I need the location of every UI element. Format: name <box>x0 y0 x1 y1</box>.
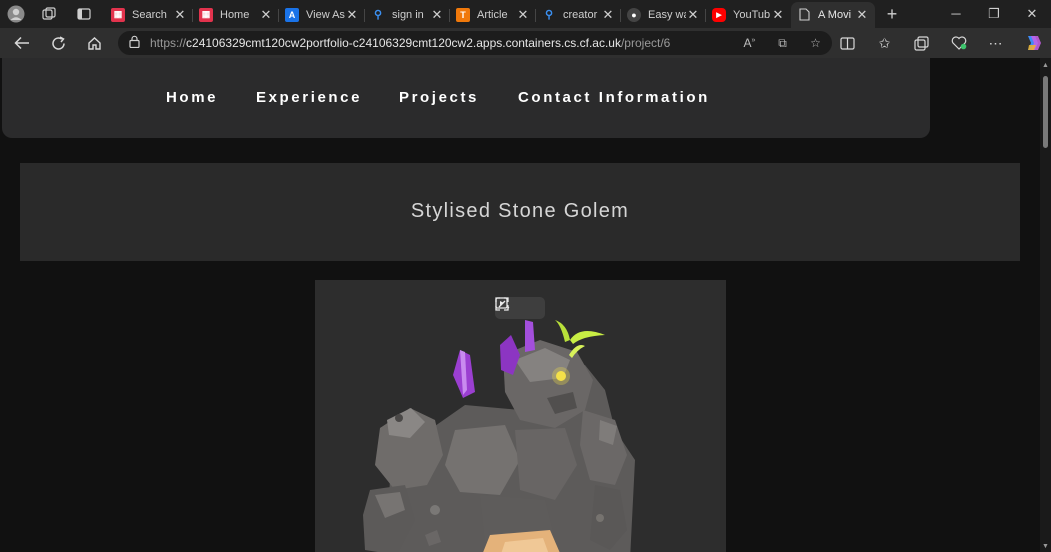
window-controls: ─ ❐ ✕ <box>937 6 1051 22</box>
close-tab-icon[interactable]: ✕ <box>430 7 444 23</box>
nav-link-projects[interactable]: Projects <box>399 89 479 106</box>
profile-avatar-icon[interactable] <box>5 3 27 25</box>
immersive-reader-icon[interactable]: ⧉ <box>766 36 799 51</box>
lock-icon[interactable] <box>118 35 150 51</box>
browser-tools: ✩ ⋯ <box>829 28 1051 58</box>
tab-title: Article <box>477 8 508 21</box>
browser-tab[interactable]: A View As ✕ <box>279 2 365 28</box>
address-bar[interactable]: https://c24106329cmt120cw2portfolio-c241… <box>118 31 832 55</box>
close-tab-icon[interactable]: ✕ <box>173 7 187 23</box>
project-render-image <box>315 280 726 552</box>
tab-title: creator <box>563 8 598 21</box>
workspaces-icon[interactable] <box>38 3 60 25</box>
red-grid-icon: ▦ <box>111 7 125 22</box>
image-overlay-toolbar <box>495 297 545 319</box>
url-text: https://c24106329cmt120cw2portfolio-c241… <box>150 36 733 50</box>
tab-title: Home <box>220 8 250 21</box>
copilot-icon[interactable] <box>1014 28 1051 58</box>
scrollbar-thumb[interactable] <box>1043 76 1048 148</box>
project-title: Stylised Stone Golem <box>410 200 630 222</box>
scroll-down-icon[interactable]: ▼ <box>1042 543 1049 550</box>
close-tab-icon[interactable]: ✕ <box>345 7 359 23</box>
browser-tab[interactable]: ⚲ sign in ✕ <box>365 2 450 28</box>
read-aloud-icon[interactable]: A» <box>733 36 766 50</box>
favorites-icon[interactable]: ✩ <box>866 28 903 58</box>
browser-tab[interactable]: ⚲ creator ✕ <box>536 2 621 28</box>
image-action-icon[interactable] <box>495 297 542 316</box>
tab-title: YouTub <box>733 8 771 21</box>
close-tab-icon[interactable]: ✕ <box>601 7 615 23</box>
url-host: c24106329cmt120cw2portfolio-c24106329cmt… <box>186 36 621 50</box>
url-protocol: https:// <box>150 36 187 50</box>
tab-actions-icon[interactable] <box>73 3 95 25</box>
browser-tab[interactable]: T Article ✕ <box>450 2 536 28</box>
close-tab-icon[interactable]: ✕ <box>259 7 273 23</box>
stone-golem-render <box>363 320 635 552</box>
restore-icon[interactable]: ❐ <box>975 6 1013 22</box>
browser-tab[interactable]: ▶ YouTub ✕ <box>706 2 791 28</box>
close-tab-icon[interactable]: ✕ <box>686 7 700 23</box>
browser-tab-active[interactable]: A Movi ✕ <box>791 1 875 28</box>
collections-icon[interactable] <box>903 28 940 58</box>
tab-title: View As <box>306 8 345 21</box>
blue-a-icon: A <box>285 7 299 22</box>
home-icon[interactable] <box>76 28 112 58</box>
page-viewport: Home Experience Projects Contact Informa… <box>0 58 1051 552</box>
browser-window: ▦ Search ✕ ▦ Home ✕ A View As ✕ ⚲ sign i… <box>0 0 1051 552</box>
browser-essentials-icon[interactable] <box>940 28 977 58</box>
close-tab-icon[interactable]: ✕ <box>771 7 785 23</box>
close-tab-icon[interactable]: ✕ <box>516 7 530 23</box>
search-icon: ⚲ <box>544 9 554 21</box>
new-tab-icon[interactable]: + <box>881 3 903 25</box>
browser-tab[interactable]: ▦ Search ✕ <box>105 2 193 28</box>
refresh-icon[interactable] <box>40 28 76 58</box>
red-grid-icon: ▦ <box>199 7 213 22</box>
url-path: /project/6 <box>620 36 671 50</box>
project-title-panel: Stylised Stone Golem <box>20 163 1020 261</box>
minimize-icon[interactable]: ─ <box>937 6 975 22</box>
close-tab-icon[interactable]: ✕ <box>855 7 869 23</box>
page-icon <box>797 8 811 22</box>
search-icon: ⚲ <box>373 9 383 21</box>
favorite-star-icon[interactable]: ☆ <box>799 36 832 50</box>
nav-link-experience[interactable]: Experience <box>256 89 362 106</box>
scroll-up-icon[interactable]: ▲ <box>1042 62 1049 69</box>
site-navigation: Home Experience Projects Contact Informa… <box>2 58 930 138</box>
nav-link-contact-information[interactable]: Contact Information <box>518 89 710 106</box>
tab-title: Search <box>132 8 167 21</box>
back-icon[interactable] <box>4 28 40 58</box>
tab-title: Easy wa <box>648 8 686 21</box>
browser-tab[interactable]: ● Easy wa ✕ <box>621 2 706 28</box>
nav-link-home[interactable]: Home <box>166 89 218 106</box>
split-screen-icon[interactable] <box>829 28 866 58</box>
vertical-scrollbar[interactable]: ▲ ▼ <box>1040 58 1051 552</box>
tab-title: A Movi <box>818 8 852 21</box>
more-options-icon[interactable]: ⋯ <box>977 28 1014 58</box>
window-close-icon[interactable]: ✕ <box>1013 6 1051 22</box>
tab-strip: ▦ Search ✕ ▦ Home ✕ A View As ✕ ⚲ sign i… <box>0 0 1051 28</box>
dark-circle-icon: ● <box>627 7 641 22</box>
orange-t-icon: T <box>456 7 470 22</box>
browser-tab[interactable]: ▦ Home ✕ <box>193 2 279 28</box>
browser-toolbar: https://c24106329cmt120cw2portfolio-c241… <box>0 28 1051 58</box>
youtube-icon: ▶ <box>712 7 726 22</box>
tab-title: sign in <box>392 8 424 21</box>
